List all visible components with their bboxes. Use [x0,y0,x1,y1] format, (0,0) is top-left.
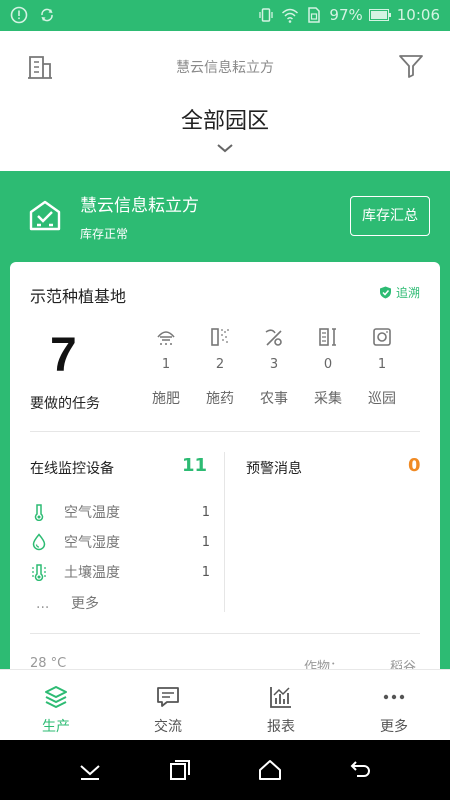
tab-label: 报表 [267,719,295,735]
task-collect[interactable]: 0 采集 [303,326,353,408]
task-count: 1 [161,357,171,372]
device-value: 1 [201,534,210,550]
thermometer-icon [34,504,44,521]
trace-link[interactable]: 追溯 [379,284,420,301]
warehouse-check-icon [29,200,61,231]
more-dots: ... [36,596,50,612]
hide-keyboard-icon[interactable] [77,757,103,783]
divider [30,431,420,432]
header: 慧云信息耘立方 全部园区 [0,31,450,171]
task-total-label: 要做的任务 [30,396,100,412]
company-name: 慧云信息耘立方 [80,196,199,216]
tab-label: 交流 [154,719,182,735]
divider [30,633,420,634]
task-fertilize[interactable]: 1 施肥 [141,326,191,408]
battery-icon [368,9,391,21]
alert-circle-icon [10,6,28,24]
trace-label: 追溯 [395,286,420,300]
device-value: 1 [201,564,210,580]
task-patrol[interactable]: 1 巡园 [357,326,407,408]
chevron-down-icon[interactable] [215,141,235,155]
task-label: 巡园 [368,391,396,407]
tab-communication[interactable]: 交流 [112,670,224,741]
inventory-status: 库存正常 [80,227,129,241]
more-dots-icon [383,694,405,700]
status-bar: 97% 10:06 [0,0,450,31]
inventory-banner: 慧云信息耘立方 库存正常 库存汇总 [0,171,450,263]
app-screen: 97% 10:06 慧云信息耘立方 全部园区 慧云信息耘立方 库存正常 库存汇总… [0,0,450,800]
task-label: 施药 [206,391,234,407]
device-row[interactable]: 土壤温度 1 [30,562,210,582]
tab-reports[interactable]: 报表 [225,670,337,741]
park-selector-title[interactable]: 全部园区 [0,103,450,135]
site-name: 示范种植基地 [30,287,127,306]
more-label: 更多 [71,596,99,612]
sync-icon [41,8,53,22]
task-farm-work[interactable]: 3 农事 [249,326,299,408]
more-devices-link[interactable]: ... 更多 [36,593,99,613]
task-count: 3 [269,357,279,372]
spray-icon [211,328,229,346]
sim-card-icon [308,7,321,23]
task-label: 采集 [314,391,342,407]
patrol-icon [373,328,391,346]
wifi-icon [282,8,299,23]
task-count: 1 [377,357,387,372]
collect-icon [319,328,336,346]
battery-percent: 97% [329,6,363,24]
shield-check-icon [379,286,391,299]
task-count: 0 [323,357,333,372]
system-nav-bar [0,740,450,800]
task-total: 7 [50,329,77,382]
back-icon[interactable] [347,757,373,783]
device-row[interactable]: 空气温度 1 [30,502,210,522]
task-label: 施肥 [152,391,180,407]
droplet-icon [32,533,46,551]
home-icon[interactable] [257,757,283,783]
layers-icon [45,686,67,708]
tab-label: 更多 [380,719,408,735]
vibrate-icon [259,8,274,22]
farm-work-icon [265,329,282,346]
filter-icon[interactable] [398,53,424,79]
clock: 10:06 [396,6,440,24]
fertilize-icon [157,331,175,345]
report-chart-icon [270,687,291,708]
chat-icon [157,687,179,707]
device-name: 空气湿度 [64,535,120,551]
device-row[interactable]: 空气湿度 1 [30,532,210,552]
monitor-title[interactable]: 在线监控设备 [30,458,114,478]
header-subtitle: 慧云信息耘立方 [176,60,274,76]
task-count: 2 [215,357,225,372]
soil-thermometer-icon [32,564,46,581]
device-value: 1 [201,504,210,520]
tab-production[interactable]: 生产 [0,670,112,741]
alerts-title[interactable]: 预警消息 [246,458,302,478]
device-name: 土壤温度 [64,565,120,581]
bottom-tab-bar: 生产 交流 报表 更多 [0,669,450,740]
inventory-summary-button[interactable]: 库存汇总 [350,196,430,236]
task-spray[interactable]: 2 施药 [195,326,245,408]
alerts-count: 0 [408,455,421,476]
divider-vertical [224,452,225,612]
task-label: 农事 [260,391,288,407]
tab-more[interactable]: 更多 [338,670,450,741]
device-name: 空气温度 [64,505,120,521]
monitor-count: 11 [182,455,208,476]
tab-label: 生产 [42,719,70,735]
base-card[interactable]: 示范种植基地 追溯 7 要做的任务 1 施肥 2 施药 3 农事 0 采集 1 … [10,262,440,682]
recent-apps-icon[interactable] [167,757,193,783]
